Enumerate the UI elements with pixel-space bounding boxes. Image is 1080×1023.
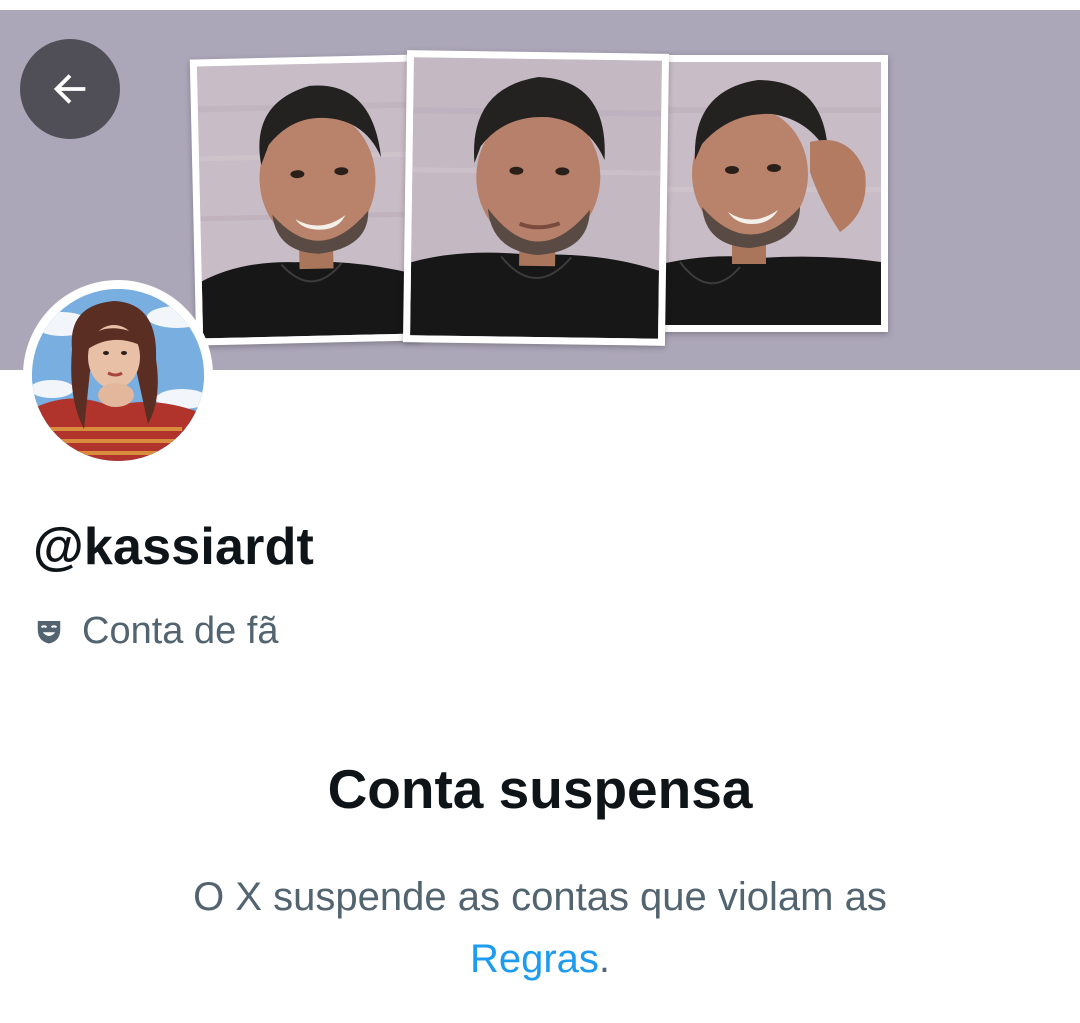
profile-page: @kassiardt Conta de fã Conta suspensa O …: [0, 0, 1080, 1023]
profile-handle: @kassiardt: [33, 518, 315, 576]
banner-photo: [402, 50, 670, 346]
description-period: .: [598, 937, 611, 981]
rules-link[interactable]: Regras: [470, 937, 599, 981]
account-category-label: Conta de fã: [82, 610, 279, 652]
theater-mask-icon: [34, 616, 64, 646]
suspended-description-text: O X suspende as contas que violam as: [193, 875, 887, 919]
arrow-left-icon: [53, 74, 86, 104]
avatar[interactable]: [23, 280, 213, 470]
top-strip: [0, 0, 1080, 10]
banner-photo: [643, 55, 888, 332]
back-button[interactable]: [20, 39, 120, 139]
suspended-description: O X suspende as contas que violam as Reg…: [100, 866, 980, 990]
suspended-title: Conta suspensa: [327, 758, 753, 820]
account-category: Conta de fã: [34, 606, 278, 656]
banner-photo: [189, 54, 423, 346]
